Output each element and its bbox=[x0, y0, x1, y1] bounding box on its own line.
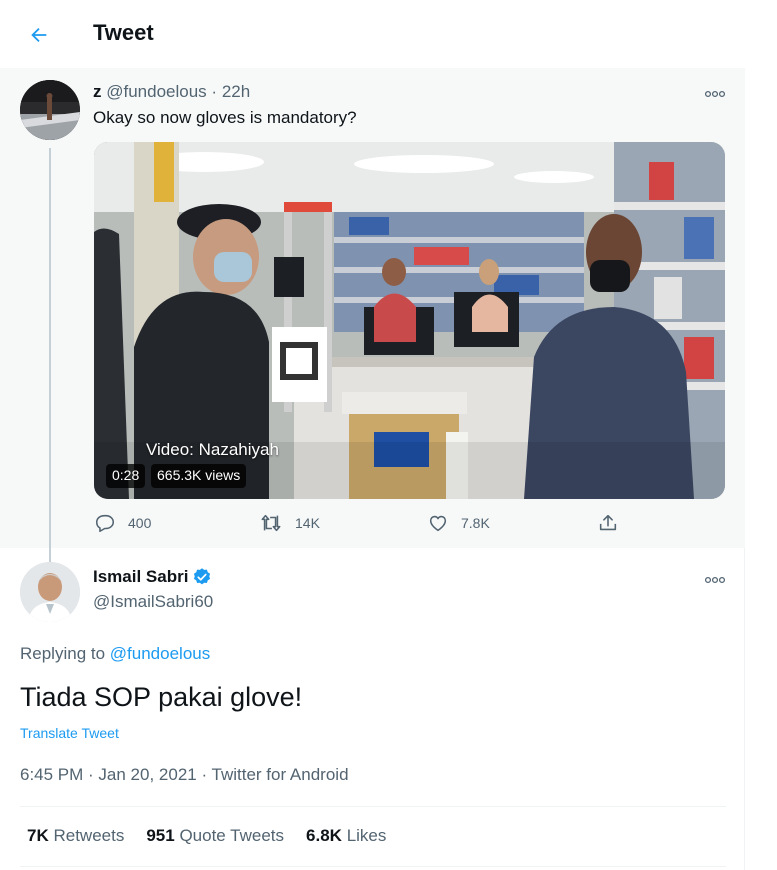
video-duration: 0:28 bbox=[106, 464, 146, 488]
likes-stat[interactable]: 6.8K Likes bbox=[306, 826, 386, 846]
back-button[interactable] bbox=[22, 18, 56, 52]
author-handle[interactable]: @fundoelous bbox=[106, 82, 206, 101]
translate-tweet-link[interactable]: Translate Tweet bbox=[20, 725, 119, 741]
avatar-image bbox=[20, 80, 80, 140]
tweet-timestamp[interactable]: 6:45 PM · Jan 20, 2021 · Twitter for And… bbox=[20, 765, 349, 785]
arrow-left-icon bbox=[31, 27, 47, 43]
tweet-text: Tiada SOP pakai glove! bbox=[20, 682, 303, 712]
retweets-stat[interactable]: 7K Retweets bbox=[27, 826, 124, 846]
avatar-image bbox=[20, 562, 80, 622]
video-credit: Video: Nazahiyah bbox=[146, 440, 279, 459]
more-icon bbox=[704, 576, 726, 584]
likes-label: Likes bbox=[346, 826, 387, 845]
parent-tweet[interactable]: z @fundoelous · 22h Okay so now gloves i… bbox=[0, 68, 745, 616]
reply-count: 400 bbox=[128, 515, 152, 531]
replying-to-link[interactable]: @fundoelous bbox=[110, 644, 210, 663]
share-button[interactable] bbox=[597, 512, 619, 534]
page-header: Tweet bbox=[0, 0, 745, 68]
tweet-text: Okay so now gloves is mandatory? bbox=[93, 108, 357, 127]
replying-prefix: Replying to bbox=[20, 644, 106, 663]
likes-count: 6.8K bbox=[306, 826, 342, 845]
retweets-count: 7K bbox=[27, 826, 49, 845]
retweet-count: 14K bbox=[295, 515, 320, 531]
divider bbox=[20, 866, 726, 867]
more-button[interactable] bbox=[704, 86, 726, 104]
heart-icon bbox=[429, 515, 447, 532]
quote-tweets-stat[interactable]: 951 Quote Tweets bbox=[146, 826, 284, 846]
retweet-icon bbox=[261, 514, 281, 532]
tweet-actions: 400 14K 7.8K bbox=[94, 512, 734, 536]
more-icon bbox=[704, 90, 726, 98]
reply-icon bbox=[95, 514, 115, 533]
author-handle[interactable]: @IsmailSabri60 bbox=[93, 592, 213, 612]
author-name-row[interactable]: Ismail Sabri bbox=[93, 567, 212, 587]
quote-tweets-count: 951 bbox=[146, 826, 175, 845]
thread-line bbox=[49, 148, 51, 616]
like-count: 7.8K bbox=[461, 515, 490, 531]
like-button[interactable]: 7.8K bbox=[427, 512, 490, 534]
reply-button[interactable]: 400 bbox=[94, 512, 151, 534]
tweet-time[interactable]: 22h bbox=[222, 82, 250, 101]
quote-tweets-label: Quote Tweets bbox=[179, 826, 285, 845]
tweet-column: Tweet z @fundoelous · 22h Okay so now gl… bbox=[0, 0, 745, 870]
replying-to: Replying to @fundoelous bbox=[20, 644, 210, 664]
avatar[interactable] bbox=[20, 562, 80, 622]
separator-dot: · bbox=[211, 82, 218, 101]
avatar[interactable] bbox=[20, 80, 80, 140]
divider bbox=[20, 806, 726, 807]
tweet-stats: 7K Retweets 951 Quote Tweets 6.8K Likes bbox=[27, 826, 386, 846]
verified-badge-icon bbox=[194, 568, 211, 585]
author-name[interactable]: Ismail Sabri bbox=[93, 567, 188, 587]
parent-meta: z @fundoelous · 22h bbox=[93, 82, 250, 102]
author-name[interactable]: z bbox=[93, 82, 102, 101]
retweet-button[interactable]: 14K bbox=[259, 512, 320, 534]
more-button[interactable] bbox=[704, 572, 726, 590]
page-title: Tweet bbox=[93, 20, 154, 45]
retweets-label: Retweets bbox=[53, 826, 125, 845]
video-views: 665.3K views bbox=[151, 464, 247, 488]
share-icon bbox=[599, 514, 617, 531]
